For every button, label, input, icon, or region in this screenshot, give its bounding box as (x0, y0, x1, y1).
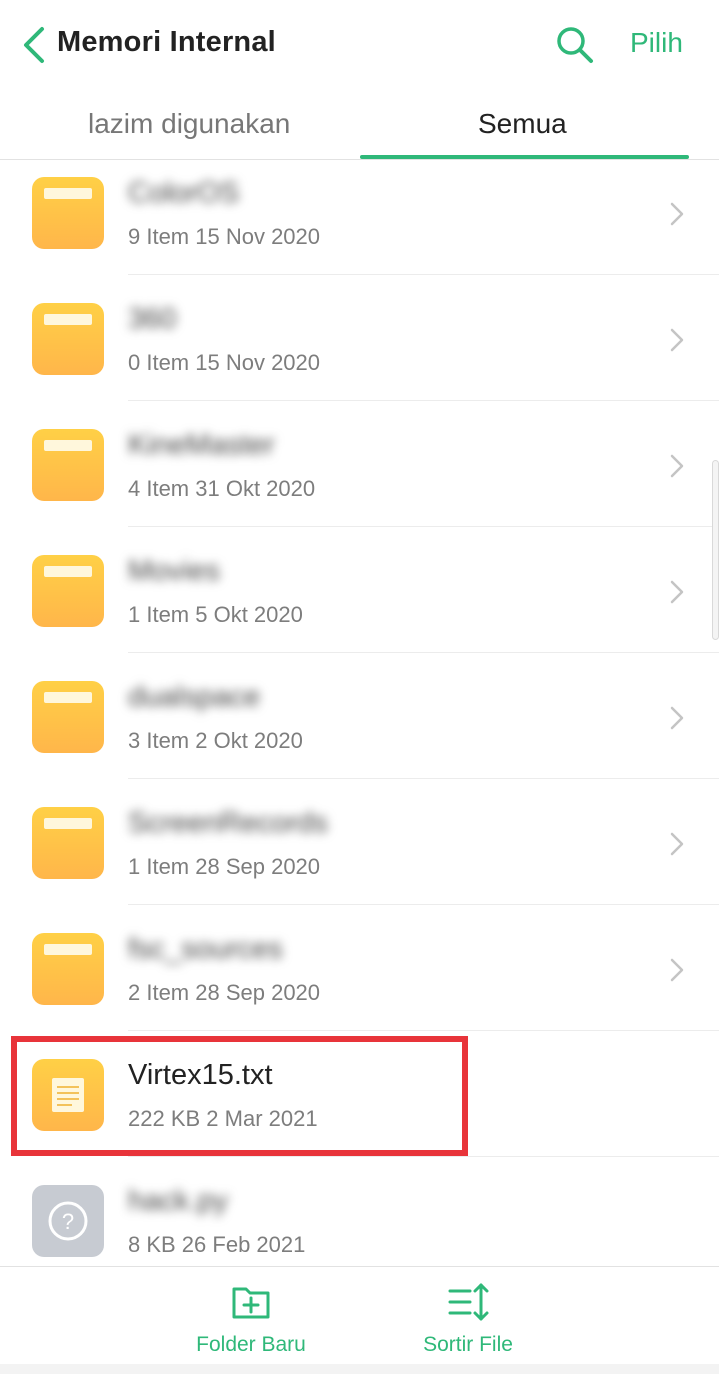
list-item[interactable]: KineMaster 4 Item 31 Okt 2020 (0, 401, 719, 527)
navigation-bar-shade (0, 1364, 719, 1374)
tab-all[interactable]: Semua (478, 108, 567, 140)
folder-icon (32, 807, 104, 879)
new-folder-button[interactable]: Folder Baru (181, 1281, 321, 1361)
search-icon (557, 27, 593, 63)
chevron-right-icon (670, 832, 684, 856)
folder-icon (32, 177, 104, 249)
file-name: dualspace (128, 681, 261, 713)
list-item[interactable]: Movies 1 Item 5 Okt 2020 (0, 527, 719, 653)
search-button[interactable] (554, 24, 596, 66)
chevron-right-icon (670, 454, 684, 478)
file-meta: 9 Item 15 Nov 2020 (128, 224, 321, 249)
highlight-annotation (11, 1036, 468, 1156)
list-item[interactable]: ? hack.py 8 KB 26 Feb 2021 (0, 1157, 719, 1266)
list-item[interactable]: fsc_sources 2 Item 28 Sep 2020 (0, 905, 719, 1031)
file-meta: 3 Item 2 Okt 2020 (128, 728, 303, 753)
file-name: ColorOS (128, 177, 240, 209)
file-name: hack.py (128, 1185, 228, 1217)
back-button[interactable] (18, 26, 50, 64)
file-name: KineMaster (128, 429, 275, 461)
file-meta: 1 Item 28 Sep 2020 (128, 854, 321, 879)
unknown-file-icon: ? (32, 1185, 104, 1257)
chevron-right-icon (670, 958, 684, 982)
chevron-right-icon (670, 580, 684, 604)
bottom-toolbar: Folder Baru Sortir File (0, 1266, 719, 1374)
file-meta: 4 Item 31 Okt 2020 (128, 476, 316, 501)
select-button[interactable]: Pilih (630, 27, 683, 59)
chevron-left-icon (24, 27, 44, 63)
sort-files-label: Sortir File (423, 1333, 513, 1356)
file-meta: 1 Item 5 Okt 2020 (128, 602, 303, 627)
new-folder-label: Folder Baru (196, 1333, 306, 1356)
file-name: ScreenRecords (128, 807, 328, 839)
chevron-right-icon (670, 328, 684, 352)
file-name: 360 (128, 303, 177, 335)
app-header: Memori Internal Pilih (0, 0, 719, 90)
folder-icon (32, 933, 104, 1005)
file-name: fsc_sources (128, 933, 283, 965)
sort-icon (448, 1283, 489, 1321)
sort-files-button[interactable]: Sortir File (398, 1281, 538, 1361)
file-meta: 0 Item 15 Nov 2020 (128, 350, 321, 375)
folder-icon (32, 303, 104, 375)
file-meta: 2 Item 28 Sep 2020 (128, 980, 321, 1005)
list-item[interactable]: dualspace 3 Item 2 Okt 2020 (0, 653, 719, 779)
folder-icon (32, 681, 104, 753)
chevron-right-icon (670, 202, 684, 226)
file-meta: 8 KB 26 Feb 2021 (128, 1232, 306, 1257)
list-item[interactable]: 360 0 Item 15 Nov 2020 (0, 275, 719, 401)
chevron-right-icon (670, 706, 684, 730)
folder-icon (32, 429, 104, 501)
folder-plus-icon (232, 1287, 270, 1319)
svg-text:?: ? (62, 1209, 74, 1234)
tab-frequently-used[interactable]: lazim digunakan (88, 108, 290, 140)
list-item[interactable]: ScreenRecords 1 Item 28 Sep 2020 (0, 779, 719, 905)
file-name: Movies (128, 555, 220, 587)
folder-icon (32, 555, 104, 627)
scrollbar[interactable] (712, 460, 719, 640)
page-title: Memori Internal (57, 26, 276, 58)
list-item[interactable]: ColorOS 9 Item 15 Nov 2020 (0, 149, 719, 275)
